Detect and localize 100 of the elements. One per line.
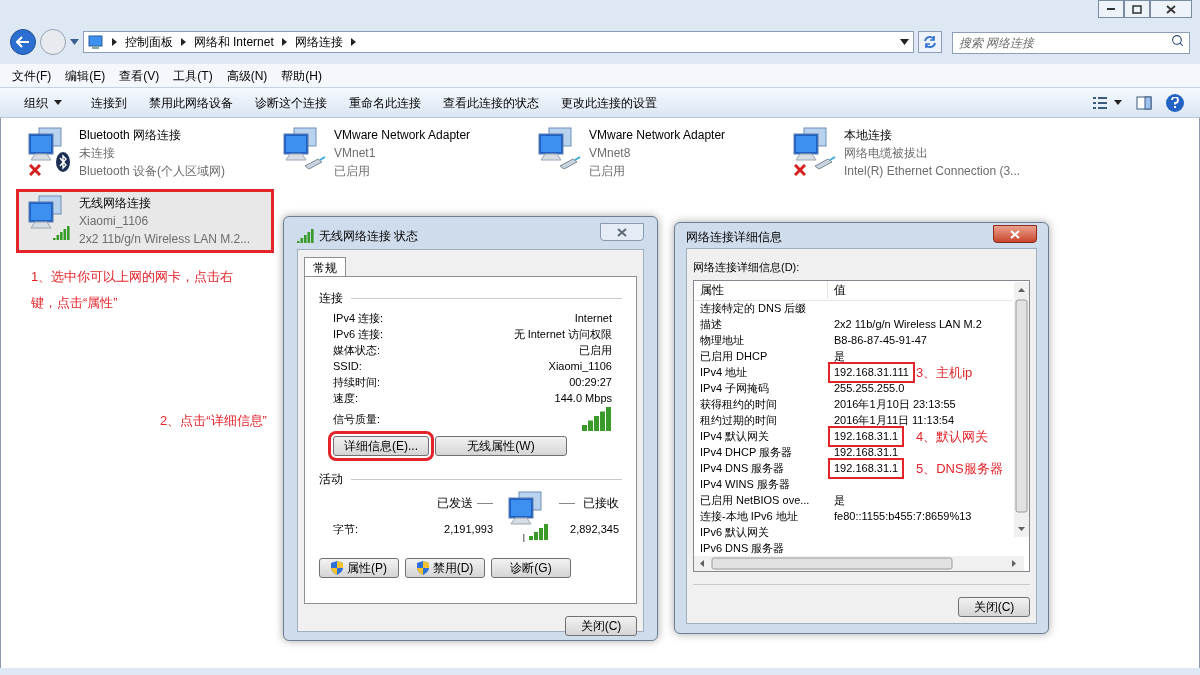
sent-label: 已发送 xyxy=(437,495,473,513)
minimize-button[interactable] xyxy=(1098,0,1124,18)
toolbar-button[interactable]: 组织 xyxy=(14,93,72,112)
close-button[interactable] xyxy=(1150,0,1192,18)
field-label: 信号质量: xyxy=(333,411,381,427)
tab[interactable]: 常规 xyxy=(304,257,346,277)
adapter-name: Bluetooth 网络连接 xyxy=(79,127,183,144)
adapter-status: 未连接 xyxy=(79,145,116,162)
network-adapter[interactable]: 无线网络连接 Xiaomi_1106 2x2 11b/g/n Wireless LAN M.2... xyxy=(19,192,271,250)
table-cell: 192.168.31.1 xyxy=(830,428,903,445)
view-options-button[interactable] xyxy=(1092,95,1122,110)
toolbar-button[interactable]: 更改此连接的设置 xyxy=(550,93,668,112)
preview-pane-button[interactable] xyxy=(1136,95,1152,110)
signal-strength-icon xyxy=(582,407,612,431)
annotation-text: 4、默认网关 xyxy=(916,427,989,446)
menu-item[interactable]: 帮助(H) xyxy=(281,66,322,85)
close-icon xyxy=(1166,4,1176,14)
dropdown-caret-icon xyxy=(900,39,910,45)
dropdown-caret-icon xyxy=(69,39,79,45)
table-cell-text: B8-86-87-45-91-47 xyxy=(833,333,927,349)
table-cell-text: 2x2 11b/g/n Wireless LAN M.2 xyxy=(833,317,982,333)
cable-plug-icon xyxy=(814,156,836,170)
breadcrumb-item[interactable]: 网络连接 xyxy=(294,33,343,51)
menu-item[interactable]: 编辑(E) xyxy=(65,66,106,85)
table-cell: 192.168.31.111 xyxy=(830,364,913,381)
field-value: 144.0 Mbps xyxy=(554,390,612,406)
dialog-button[interactable]: 诊断(G) xyxy=(491,558,571,578)
dialog-button[interactable]: 禁用(D) xyxy=(405,558,485,578)
close-icon xyxy=(1010,229,1020,239)
help-button[interactable] xyxy=(1166,93,1184,112)
adapter-status: VMnet1 xyxy=(334,145,377,162)
adapter-name: 本地连接 xyxy=(844,127,893,144)
close-button[interactable] xyxy=(993,225,1037,243)
dialog-title: 网络连接详细信息 xyxy=(686,229,782,246)
control-panel-icon xyxy=(87,34,104,50)
table-cell-text: IPv4 WINS 服务器 xyxy=(699,477,791,493)
search-icon xyxy=(1171,34,1184,47)
minimize-icon xyxy=(1107,8,1115,10)
network-adapter[interactable]: VMware Network Adapter VMnet8 已启用 xyxy=(529,124,781,182)
refresh-button[interactable] xyxy=(918,31,942,53)
menu-item[interactable]: 工具(T) xyxy=(173,66,213,85)
breadcrumb-arrow-icon xyxy=(111,38,117,46)
dialog-button[interactable]: 无线属性(W) xyxy=(435,436,567,456)
close-icon xyxy=(617,227,627,237)
table-cell-text: 物理地址 xyxy=(699,333,745,349)
table-cell-text: IPv6 DNS 服务器 xyxy=(699,541,786,557)
section-heading: 活动 xyxy=(319,471,343,488)
network-adapter[interactable]: Bluetooth 网络连接 未连接 Bluetooth 设备(个人区域网) xyxy=(19,124,271,182)
adapter-name: VMware Network Adapter xyxy=(589,127,726,144)
annotation-text: 1、选中你可以上网的网卡，点击右键，点击“属性” xyxy=(31,268,235,312)
table-cell-text: IPv4 子网掩码 xyxy=(699,381,771,397)
maximize-button[interactable] xyxy=(1124,0,1150,18)
cable-plug-icon xyxy=(304,156,326,170)
column-header[interactable]: 值 xyxy=(828,281,846,299)
address-bar[interactable]: 控制面板 网络和 Internet 网络连接 xyxy=(82,31,915,53)
signal-strength-icon xyxy=(297,229,315,243)
shield-icon xyxy=(331,561,343,575)
toolbar-button[interactable]: 诊断这个连接 xyxy=(244,93,338,112)
help-icon xyxy=(1171,97,1179,108)
table-cell-text: 已启用 DHCP xyxy=(699,349,769,365)
table-cell-text: 2016年1月10日 23:13:55 xyxy=(833,397,956,413)
table-cell-text: 连接特定的 DNS 后缀 xyxy=(699,301,808,317)
toolbar-button[interactable]: 连接到 xyxy=(80,93,138,112)
refresh-icon xyxy=(923,35,938,49)
shield-icon xyxy=(416,561,429,575)
table-cell-text: 连接-本地 IPv6 地址 xyxy=(699,509,799,525)
table-cell-text: IPv4 DHCP 服务器 xyxy=(699,445,794,461)
menu-item[interactable]: 文件(F) xyxy=(12,66,52,85)
toolbar-button[interactable]: 查看此连接的状态 xyxy=(432,93,550,112)
menu-item[interactable]: 高级(N) xyxy=(226,66,268,85)
column-header[interactable]: 属性 xyxy=(694,281,828,299)
field-value: 2,892,345 xyxy=(569,522,619,538)
search-field[interactable]: 搜索 网络连接 xyxy=(952,32,1190,54)
table-cell-text: 192.168.31.1 xyxy=(833,445,899,461)
field-value: Xiaomi_1106 xyxy=(548,358,612,374)
field-label: IPv6 连接: xyxy=(333,326,384,342)
annotation-text: 3、主机ip xyxy=(916,363,973,382)
menu-item[interactable]: 查看(V) xyxy=(119,66,160,85)
breadcrumb-item[interactable]: 网络和 Internet xyxy=(193,33,274,51)
dialog-title: 无线网络连接 状态 xyxy=(319,228,419,245)
field-label: 速度: xyxy=(333,390,359,406)
network-adapter[interactable]: 本地连接 网络电缆被拔出 Intel(R) Ethernet Connection (3... xyxy=(784,124,1036,182)
adapter-device: 2x2 11b/g/n Wireless LAN M.2... xyxy=(79,231,251,248)
network-adapter[interactable]: VMware Network Adapter VMnet1 已启用 xyxy=(274,124,526,182)
close-button[interactable]: 关闭(C) xyxy=(565,616,637,636)
back-button[interactable] xyxy=(10,29,36,55)
adapter-status: 网络电缆被拔出 xyxy=(844,145,929,162)
close-button[interactable]: 关闭(C) xyxy=(958,596,1030,617)
signal-strength-icon xyxy=(53,226,71,240)
table-cell-text: IPv4 默认网关 xyxy=(699,429,771,445)
field-value: 2,191,993 xyxy=(443,522,493,538)
field-label: 字节: xyxy=(333,522,360,538)
breadcrumb-item[interactable]: 控制面板 xyxy=(124,33,173,51)
breadcrumb-arrow-icon xyxy=(281,38,287,46)
toolbar-button[interactable]: 重命名此连接 xyxy=(338,93,432,112)
adapter-device: 已启用 xyxy=(589,163,626,180)
toolbar-button[interactable]: 禁用此网络设备 xyxy=(138,93,244,112)
field-label: 持续时间: xyxy=(333,374,381,390)
breadcrumb-arrow-icon xyxy=(350,38,356,46)
dialog-button[interactable]: 属性(P) xyxy=(319,558,399,578)
